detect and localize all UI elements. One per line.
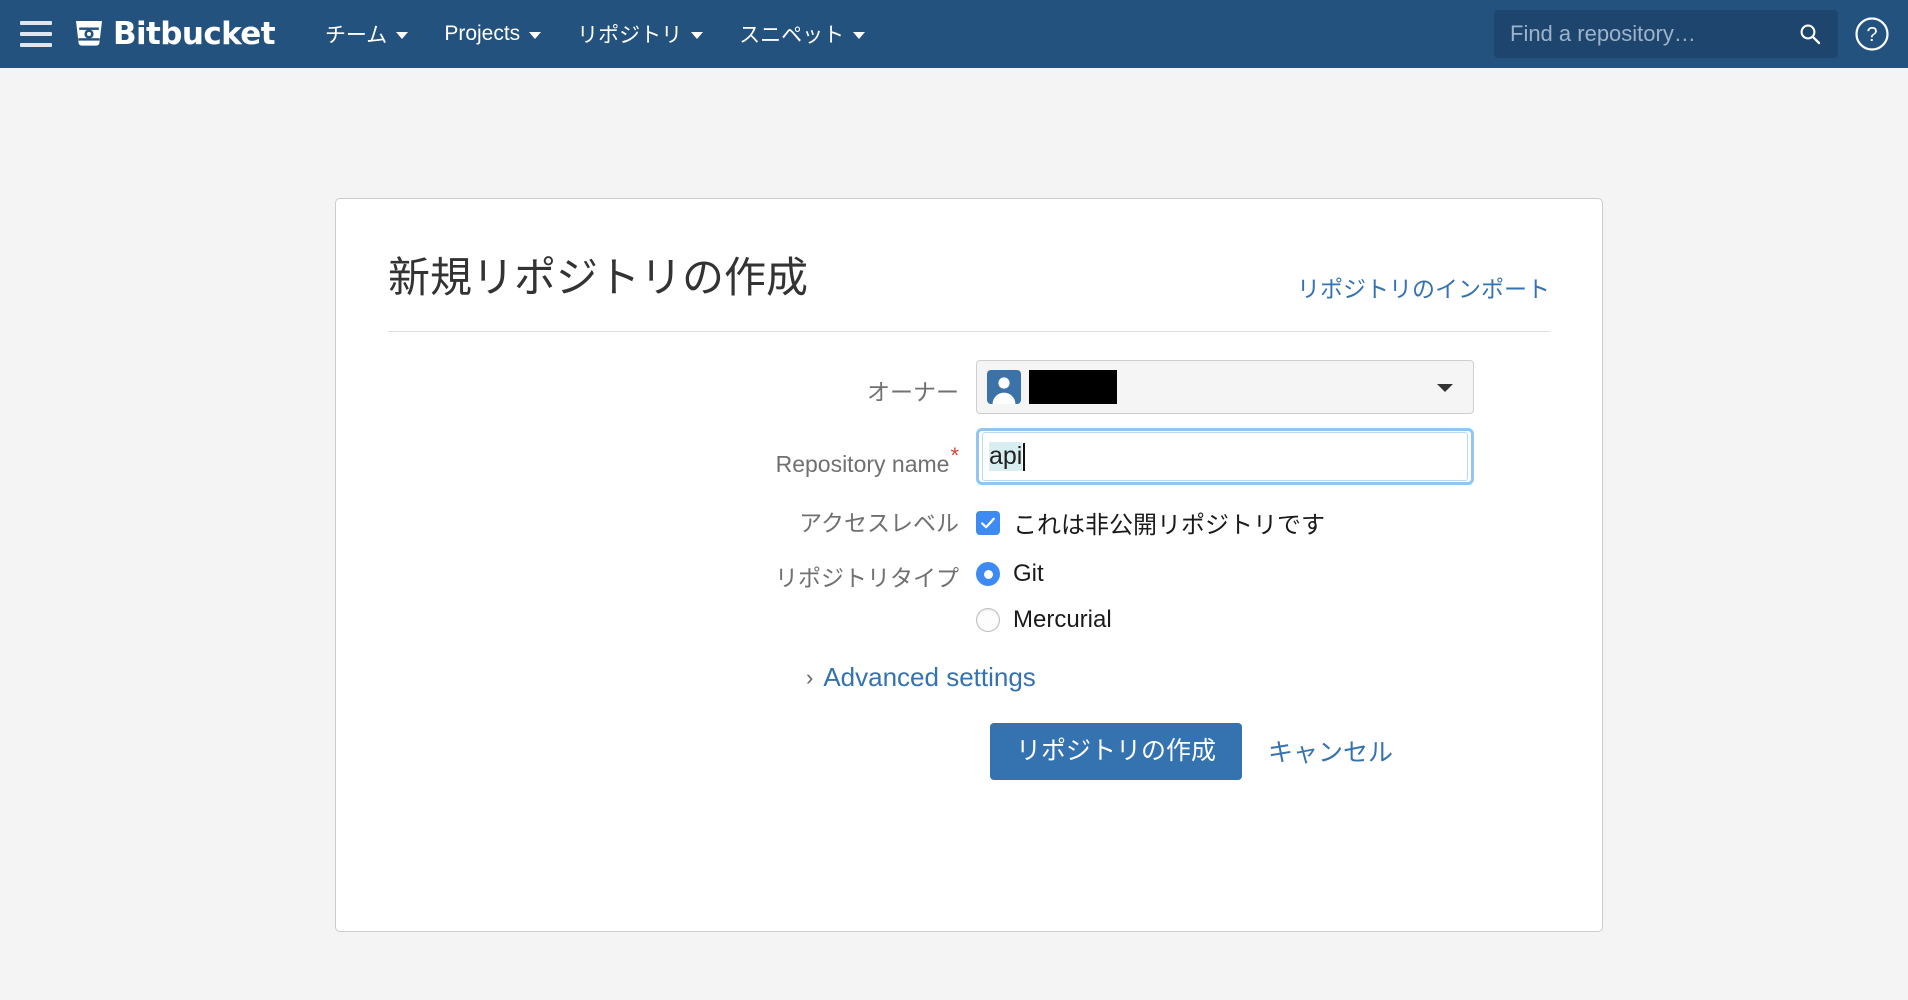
access-level-field-control: これは非公開リポジトリです (976, 505, 1602, 540)
radio-git[interactable] (976, 562, 1000, 586)
chevron-down-icon (529, 32, 542, 39)
top-navigation-bar: Bitbucket チーム Projects リポジトリ スニペット Find … (0, 0, 1908, 68)
nav-item-snippets-label: スニペット (739, 24, 845, 47)
hamburger-bar-3 (20, 43, 52, 47)
chevron-down-icon (396, 32, 409, 39)
create-repository-card: 新規リポジトリの作成 リポジトリのインポート オーナー Repository n… (335, 198, 1603, 932)
svg-text:?: ? (1866, 24, 1877, 46)
help-circle-icon[interactable]: ? (1854, 16, 1890, 52)
owner-field-control (976, 360, 1602, 414)
owner-name-redacted-value (1029, 370, 1117, 404)
form-actions: リポジトリの作成 キャンセル (990, 723, 1602, 780)
chevron-down-icon (853, 32, 866, 39)
private-repository-checkbox-label[interactable]: これは非公開リポジトリです (1013, 505, 1325, 540)
repository-name-input[interactable]: api (976, 428, 1474, 485)
repository-type-field-row: リポジトリタイプ Git Mercurial (336, 560, 1602, 634)
hamburger-bar-1 (20, 21, 52, 25)
advanced-settings-row[interactable]: › Advanced settings (806, 662, 1602, 693)
navbar-right-group: Find a repository… ? (1494, 10, 1908, 58)
search-icon (1800, 24, 1821, 45)
search-placeholder-text: Find a repository… (1510, 21, 1696, 46)
nav-item-teams[interactable]: チーム (311, 11, 422, 57)
nav-item-repositories[interactable]: リポジトリ (563, 11, 717, 57)
repository-name-value: api (989, 441, 1023, 472)
create-repository-button[interactable]: リポジトリの作成 (990, 723, 1243, 780)
card-header: 新規リポジトリの作成 リポジトリのインポート (388, 254, 1550, 332)
hamburger-menu-icon[interactable] (14, 12, 58, 56)
private-repository-checkbox[interactable] (976, 510, 1000, 535)
owner-select-dropdown[interactable] (976, 360, 1474, 414)
bitbucket-logo-link[interactable]: Bitbucket (74, 15, 276, 52)
radio-git-dot (983, 569, 993, 579)
repository-type-label: リポジトリタイプ (775, 565, 959, 591)
access-level-field-row: アクセスレベル これは非公開リポジトリです (336, 505, 1602, 540)
radio-mercurial[interactable] (976, 608, 1000, 632)
cancel-link[interactable]: キャンセル (1260, 727, 1401, 775)
user-avatar-icon (987, 370, 1021, 404)
create-repository-form: オーナー Repository name* api アクセスレベル これは非公開… (336, 360, 1602, 780)
chevron-down-icon (1437, 384, 1453, 392)
radio-mercurial-label[interactable]: Mercurial (1013, 606, 1112, 634)
owner-label: オーナー (867, 379, 959, 405)
repository-name-label: Repository name (775, 451, 950, 477)
repository-name-field-row: Repository name* api (336, 428, 1602, 485)
text-cursor-caret (1023, 442, 1026, 471)
repository-name-field-control: api (976, 428, 1602, 485)
access-level-label: アクセスレベル (799, 510, 959, 536)
import-repository-link[interactable]: リポジトリのインポート (1297, 270, 1550, 304)
nav-item-projects[interactable]: Projects (430, 14, 555, 54)
repository-type-option-git[interactable]: Git (976, 560, 1602, 588)
advanced-settings-link[interactable]: Advanced settings (823, 662, 1035, 693)
required-asterisk: * (950, 443, 959, 469)
page-title: 新規リポジトリの作成 (388, 254, 809, 301)
checkmark-icon (981, 517, 995, 528)
chevron-down-icon (691, 32, 704, 39)
nav-item-snippets[interactable]: スニペット (725, 11, 879, 57)
private-repository-checkbox-row[interactable]: これは非公開リポジトリです (976, 505, 1602, 540)
bitbucket-bucket-icon (76, 21, 102, 46)
owner-field-row: オーナー (336, 360, 1602, 414)
nav-item-repositories-label: リポジトリ (577, 24, 683, 47)
nav-item-projects-label: Projects (444, 22, 521, 45)
bitbucket-logo-text: Bitbucket (113, 15, 276, 52)
repository-type-option-mercurial[interactable]: Mercurial (976, 606, 1602, 634)
repository-name-label-wrap: Repository name* (336, 428, 976, 479)
repository-name-input-inner[interactable]: api (982, 432, 1468, 481)
repository-search-input[interactable]: Find a repository… (1494, 10, 1838, 58)
chevron-right-icon: › (806, 664, 814, 690)
hamburger-bar-2 (20, 32, 52, 36)
radio-git-label[interactable]: Git (1013, 560, 1044, 588)
nav-item-teams-label: チーム (324, 24, 388, 47)
repository-type-field-control: Git Mercurial (976, 560, 1602, 634)
page-content-area: 新規リポジトリの作成 リポジトリのインポート オーナー Repository n… (0, 68, 1908, 1000)
